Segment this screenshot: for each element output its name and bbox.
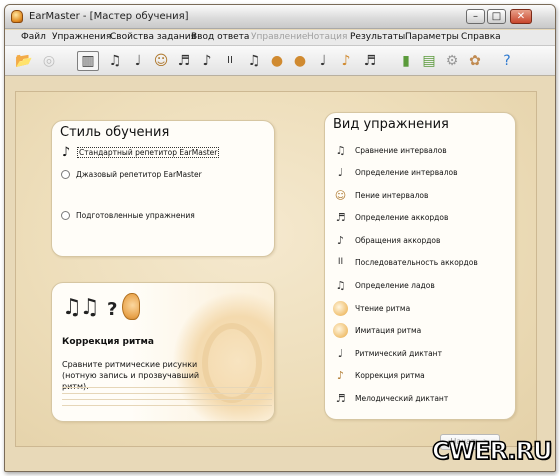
melodic-dictation-icon: ♬ [335, 392, 346, 405]
chord-inversion-icon: ♪ [336, 234, 345, 247]
exercise-rhythm-reading[interactable]: Чтение ритма [333, 301, 410, 316]
scale-identify-icon[interactable]: ♫ [243, 51, 265, 71]
menu-help[interactable]: Справка [461, 32, 501, 42]
exercise-label: Ритмический диктант [355, 349, 442, 358]
learning-style-panel: Стиль обучения ♪ Стандартный репетитор E… [51, 120, 275, 257]
menu-file[interactable]: Файл [21, 32, 46, 42]
interval-identify-icon: ♩ [337, 166, 344, 179]
exercise-melodic-dictation[interactable]: ♬ Мелодический диктант [333, 391, 449, 406]
exercise-label: Имитация ритма [355, 326, 422, 335]
exercise-rhythm-correction[interactable]: ♪ Коррекция ритма [333, 368, 425, 383]
interval-sing-icon: ☺ [334, 189, 347, 202]
interval-compare-icon: ♫ [335, 144, 346, 157]
menu-results[interactable]: Результаты [350, 32, 405, 42]
chord-identify-icon: ♬ [335, 211, 346, 224]
exercise-label: Последовательность аккордов [355, 258, 478, 267]
exercise-info-panel: ♫♫ ? Коррекция ритма Сравните ритмически… [51, 282, 275, 422]
option-jazz-tutor[interactable]: Джазовый репетитор EarMaster [61, 170, 202, 179]
menu-notation[interactable]: Нотация [307, 32, 347, 42]
menu-answer-input[interactable]: Ввод ответа [191, 32, 249, 42]
results-icon[interactable]: ▮ [395, 51, 417, 71]
exercise-chord-identification[interactable]: ♬ Определение аккордов [333, 210, 449, 225]
menu-settings[interactable]: Параметры [405, 32, 459, 42]
exercise-label: Определение аккордов [355, 213, 449, 222]
exercise-type-heading: Вид упражнения [333, 117, 449, 132]
toolbar: 📂 ◎ ▥ ♫ ♩ ☺ ♬ ♪ II ♫ ● ● ♩ ♪ ♬ ▮ ▤ ⚙ ✿ ? [5, 46, 555, 76]
info-title: Коррекция ритма [62, 337, 154, 347]
chord-progression-icon: II [337, 257, 344, 267]
disc-icon[interactable]: ◎ [38, 51, 60, 71]
option-label: Стандартный репетитор EarMaster [77, 147, 220, 158]
interval-sing-icon[interactable]: ☺ [150, 51, 172, 71]
exercise-label: Определение интервалов [355, 168, 458, 177]
exercise-interval-singing[interactable]: ☺ Пение интервалов [333, 188, 429, 203]
rhythm-imitate-icon [333, 323, 348, 338]
chord-inversion-icon[interactable]: ♪ [196, 51, 218, 71]
network-icon[interactable]: ✿ [464, 51, 486, 71]
menu-control[interactable]: Управление [251, 32, 307, 42]
rhythm-read-icon[interactable]: ● [266, 51, 288, 71]
exercise-rhythm-dictation[interactable]: ♩ Ритмический диктант [333, 346, 442, 361]
rhythm-read-icon [333, 301, 348, 316]
exercise-interval-comparison[interactable]: ♫ Сравнение интервалов [333, 143, 447, 158]
question-mark-icon: ? [107, 299, 118, 320]
option-standard-tutor[interactable]: ♪ Стандартный репетитор EarMaster [61, 144, 220, 160]
melodic-dictation-icon[interactable]: ♬ [359, 51, 381, 71]
chord-identify-icon[interactable]: ♬ [173, 51, 195, 71]
exercise-chord-inversions[interactable]: ♪ Обращения аккордов [333, 233, 440, 248]
window-title: EarMaster - [Мастер обучения] [29, 11, 189, 22]
wizard-area: Стиль обучения ♪ Стандартный репетитор E… [15, 91, 537, 447]
exercise-scale-identification[interactable]: ♫ Определение ладов [333, 278, 435, 293]
minimize-button[interactable]: – [466, 9, 485, 24]
rhythm-correct-icon[interactable]: ♪ [335, 51, 357, 71]
rhythm-dictation-icon[interactable]: ♩ [312, 51, 334, 71]
exercise-type-panel: Вид упражнения ♫ Сравнение интервалов ♩ Оп… [324, 112, 516, 420]
earmaster-app-icon [11, 10, 23, 23]
close-button[interactable]: ✕ [510, 9, 532, 24]
stats-icon[interactable]: ▤ [418, 51, 440, 71]
exercise-label: Коррекция ритма [355, 371, 425, 380]
menu-exercises[interactable]: Упражнения [52, 32, 111, 42]
option-label: Подготовленные упражнения [76, 211, 195, 220]
menu-bar: Файл Упражнения Свойства задания Ввод от… [5, 30, 555, 46]
open-icon[interactable]: 📂 [13, 51, 35, 71]
exercise-label: Мелодический диктант [355, 394, 449, 403]
exercise-label: Сравнение интервалов [355, 146, 447, 155]
exercise-rhythm-imitation[interactable]: Имитация ритма [333, 323, 421, 338]
maximize-button[interactable]: □ [487, 9, 506, 24]
scale-identify-icon: ♫ [335, 279, 346, 292]
help-icon[interactable]: ? [496, 51, 518, 71]
app-window: EarMaster - [Мастер обучения] – □ ✕ Файл… [4, 4, 556, 472]
staff-line [62, 387, 272, 388]
option-label: Джазовый репетитор EarMaster [76, 170, 202, 179]
rhythm-notes-icon: ♫♫ [62, 295, 99, 320]
option-prepared-exercises[interactable]: Подготовленные упражнения [61, 211, 195, 220]
learning-style-heading: Стиль обучения [60, 125, 170, 140]
staff-line [62, 399, 272, 400]
wizard-icon[interactable]: ▥ [77, 51, 99, 71]
exercise-label: Пение интервалов [355, 191, 429, 200]
ear-icon [122, 293, 140, 320]
exercise-chord-progressions[interactable]: II Последовательность аккордов [333, 255, 478, 270]
title-bar[interactable]: EarMaster - [Мастер обучения] – □ ✕ [5, 5, 555, 29]
exercise-label: Обращения аккордов [355, 236, 441, 245]
settings-icon[interactable]: ⚙ [441, 51, 463, 71]
exercise-interval-identification[interactable]: ♩ Определение интервалов [333, 165, 458, 180]
interval-compare-icon[interactable]: ♫ [104, 51, 126, 71]
rhythm-dictation-icon: ♩ [337, 347, 344, 360]
chord-progression-icon[interactable]: II [219, 51, 241, 71]
menu-task-properties[interactable]: Свойства задания [110, 32, 196, 42]
rhythm-correct-icon: ♪ [336, 369, 345, 382]
exercise-label: Чтение ритма [355, 304, 411, 313]
note-icon: ♪ [61, 144, 71, 160]
radio-button[interactable] [61, 211, 70, 220]
radio-button[interactable] [61, 170, 70, 179]
rhythm-imitate-icon[interactable]: ● [289, 51, 311, 71]
interval-identify-icon[interactable]: ♩ [127, 51, 149, 71]
watermark-logo: CWER.RU [431, 436, 553, 466]
staff-line [62, 393, 272, 394]
staff-line [62, 405, 272, 406]
exercise-label: Определение ладов [355, 281, 435, 290]
